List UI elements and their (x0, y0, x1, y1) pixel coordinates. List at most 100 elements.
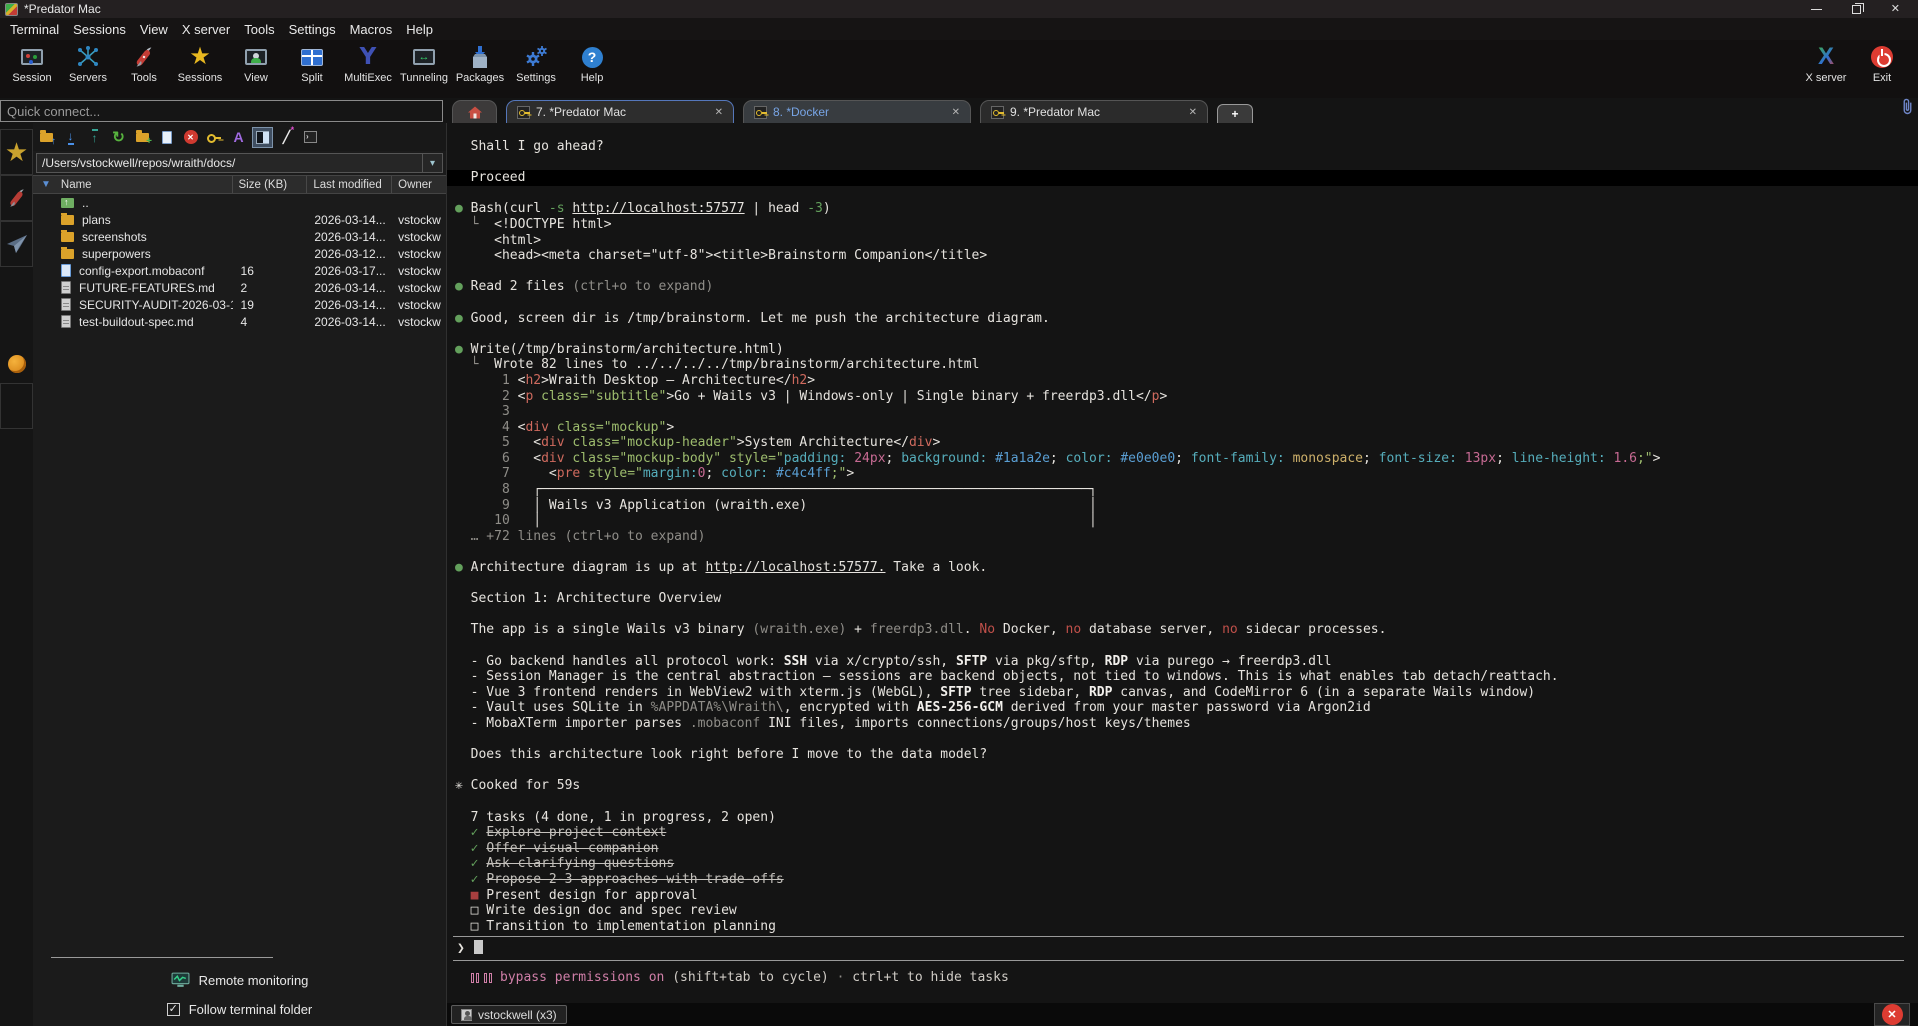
menu-x-server[interactable]: X server (175, 20, 237, 39)
main-toolbar: Session Servers Tools ★ Sessions View Sp… (0, 40, 1918, 98)
key-icon[interactable] (205, 128, 224, 147)
key-icon (517, 106, 530, 119)
minimize-icon[interactable] (1811, 9, 1822, 10)
font-icon[interactable]: A (229, 128, 248, 147)
file-row[interactable]: FUTURE-FEATURES.md22026-03-14...vstockw (33, 279, 446, 296)
delete-icon[interactable]: ✕ (181, 128, 200, 147)
title-bar: *Predator Mac ✕ (0, 0, 1918, 18)
folder-icon (61, 249, 74, 259)
file-row[interactable]: superpowers2026-03-12...vstockw (33, 245, 446, 262)
file-toolbar: ↑ ↓ ↑ ↻ + ✕ A ╱* › (33, 123, 446, 151)
split-button[interactable]: Split (284, 44, 340, 84)
path-dropdown-icon[interactable]: ▾ (422, 154, 442, 172)
tab-9-predator-mac[interactable]: 9. *Predator Mac ✕ (980, 100, 1208, 123)
menu-sessions[interactable]: Sessions (66, 20, 133, 39)
permissions-status-line: bypass permissions on (shift+tab to cycl… (471, 970, 1918, 985)
upload-icon[interactable]: ↑ (85, 128, 104, 147)
download-icon[interactable]: ↓ (61, 128, 80, 147)
remote-monitoring-button[interactable]: Remote monitoring (33, 972, 446, 988)
menu-terminal[interactable]: Terminal (3, 20, 66, 39)
multiexec-button[interactable]: Y MultiExec (340, 44, 396, 84)
tools-knife-icon[interactable] (0, 175, 33, 221)
user-icon (461, 1009, 472, 1021)
session-button[interactable]: Session (4, 44, 60, 84)
menu-settings[interactable]: Settings (282, 20, 343, 39)
new-tab-button[interactable]: + (1217, 104, 1253, 123)
tunneling-icon: ↔ (413, 49, 435, 65)
paper-plane-icon[interactable] (0, 221, 33, 267)
file-row[interactable]: test-buildout-spec.md42026-03-14...vstoc… (33, 313, 446, 330)
file-row[interactable]: screenshots2026-03-14...vstockw (33, 228, 446, 245)
file-row[interactable]: config-export.mobaconf162026-03-17...vst… (33, 262, 446, 279)
bypass-permissions-text: bypass permissions on (shift+tab to cycl… (500, 970, 1009, 985)
quick-connect-input[interactable] (0, 100, 443, 122)
column-modified[interactable]: Last modified (307, 176, 392, 193)
column-size[interactable]: Size (KB) (233, 176, 308, 193)
folder-upload-icon[interactable]: ↑ (37, 128, 56, 147)
refresh-icon[interactable]: ↻ (109, 128, 128, 147)
folder-icon (61, 232, 74, 242)
folder-icon (61, 215, 74, 225)
strip-empty-cell (0, 383, 33, 429)
session-icon (21, 49, 43, 65)
restore-icon[interactable] (1852, 5, 1861, 14)
side-strip: ★ (0, 123, 33, 1026)
tab-close-icon[interactable]: ✕ (1189, 107, 1197, 118)
sort-icon: ▼ (41, 179, 51, 190)
tab-7-predator-mac[interactable]: 7. *Predator Mac ✕ (506, 100, 734, 123)
servers-icon (75, 44, 101, 70)
file-row[interactable]: plans2026-03-14...vstockw (33, 211, 446, 228)
home-icon (468, 106, 482, 119)
gear-icon (523, 44, 549, 70)
app-icon (5, 3, 18, 16)
servers-button[interactable]: Servers (60, 44, 116, 84)
cursor (474, 940, 483, 954)
view-icon (245, 49, 267, 65)
x-server-button[interactable]: X X server (1798, 44, 1854, 84)
column-owner[interactable]: Owner (392, 176, 446, 193)
prompt-input[interactable]: ❯ (453, 936, 1904, 961)
panel-toggle-icon[interactable] (253, 128, 272, 147)
tools-button[interactable]: Tools (116, 44, 172, 84)
settings-button[interactable]: Settings (508, 44, 564, 84)
tab-home[interactable] (452, 100, 497, 123)
wand-icon[interactable]: ╱* (277, 128, 296, 147)
tab-close-icon[interactable]: ✕ (952, 107, 960, 118)
file-row[interactable]: SECURITY-AUDIT-2026-03-1...192026-03-14.… (33, 296, 446, 313)
tunneling-button[interactable]: ↔ Tunneling (396, 44, 452, 84)
menu-macros[interactable]: Macros (343, 20, 400, 39)
remote-monitoring-icon (171, 972, 190, 988)
terminal-output[interactable]: Shall I go ahead? Proceed ● Bash(curl -s… (447, 123, 1918, 934)
menu-tools[interactable]: Tools (237, 20, 281, 39)
help-button[interactable]: ? Help (564, 44, 620, 84)
globe-icon[interactable] (8, 355, 26, 373)
tab-8-docker[interactable]: 8. *Docker ✕ (743, 100, 971, 123)
view-button[interactable]: View (228, 44, 284, 84)
column-name[interactable]: ▼Name (33, 176, 233, 193)
new-folder-icon[interactable]: + (133, 128, 152, 147)
kill-session-button[interactable]: ✕ (1874, 1003, 1910, 1026)
session-status-tab[interactable]: vstockwell (x3) (451, 1005, 567, 1024)
new-file-icon[interactable] (157, 128, 176, 147)
status-bar: vstockwell (x3) ✕ (447, 1003, 1918, 1026)
swiss-knife-icon (131, 44, 157, 70)
help-icon: ? (582, 47, 603, 68)
menu-view[interactable]: View (133, 20, 175, 39)
tab-close-icon[interactable]: ✕ (715, 107, 723, 118)
favorites-star-icon[interactable]: ★ (0, 129, 33, 175)
exit-button[interactable]: Exit (1854, 44, 1910, 84)
file-row[interactable]: .. (33, 194, 446, 211)
path-bar[interactable]: /Users/vstockwell/repos/wraith/docs/ ▾ (36, 153, 443, 173)
multiexec-icon: Y (360, 44, 377, 70)
close-icon[interactable]: ✕ (1891, 4, 1900, 15)
tab-bar: 7. *Predator Mac ✕ 8. *Docker ✕ 9. *Pred… (452, 100, 1262, 123)
file-table-body: ..plans2026-03-14...vstockwscreenshots20… (33, 194, 446, 330)
sessions-button[interactable]: ★ Sessions (172, 44, 228, 84)
paperclip-icon[interactable] (1901, 98, 1914, 121)
packages-button[interactable]: Packages (452, 44, 508, 84)
close-red-icon: ✕ (1882, 1004, 1903, 1025)
menu-help[interactable]: Help (399, 20, 440, 39)
key-icon (991, 106, 1004, 119)
follow-terminal-folder-checkbox[interactable]: ✓ Follow terminal folder (33, 1002, 446, 1017)
terminal-icon[interactable]: › (301, 128, 320, 147)
